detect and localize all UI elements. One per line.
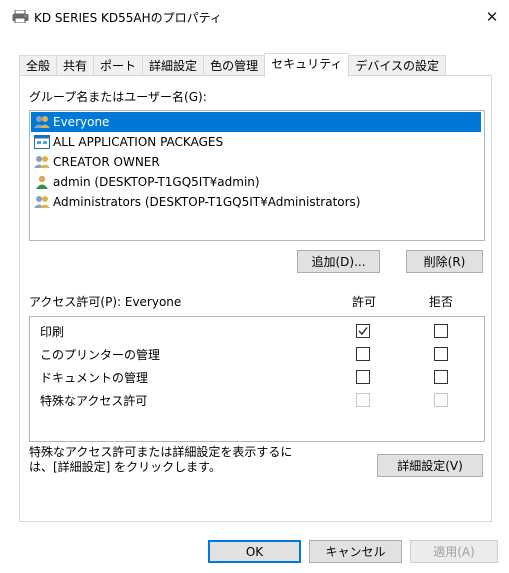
- user-icon: [34, 174, 50, 190]
- permission-name: ドキュメントの管理: [40, 371, 149, 385]
- close-button[interactable]: ✕: [475, 0, 509, 34]
- app-packages-icon: [34, 134, 50, 150]
- groups-label: グループ名またはユーザー名(G):: [29, 90, 207, 104]
- tab-security[interactable]: セキュリティ: [264, 53, 350, 77]
- close-icon: ✕: [485, 8, 499, 26]
- list-item-label: Everyone: [53, 115, 110, 129]
- groups-listbox[interactable]: Everyone ALL APPLICATION PACKAGES CREATO…: [29, 110, 485, 241]
- properties-dialog: KD SERIES KD55AHのプロパティ ✕ 全般 共有 ポート 詳細設定 …: [0, 0, 509, 573]
- group-icon: [34, 114, 50, 130]
- permission-name: 特殊なアクセス許可: [40, 394, 148, 408]
- permission-name: 印刷: [40, 325, 65, 339]
- printer-icon: [12, 9, 29, 24]
- deny-checkbox-print[interactable]: [434, 324, 448, 338]
- permission-row: このプリンターの管理: [30, 345, 484, 363]
- list-item-label: CREATOR OWNER: [53, 155, 160, 169]
- tab-strip: 全般 共有 ポート 詳細設定 色の管理 セキュリティ デバイスの設定: [19, 53, 447, 77]
- list-item-label: Administrators (DESKTOP-T1GQ5IT¥Administ…: [53, 195, 361, 209]
- permissions-table: 印刷 このプリンターの管理 ドキュメントの管理 特殊なアクセス許可: [29, 316, 485, 442]
- allow-checkbox-manage-printer[interactable]: [356, 347, 370, 361]
- security-panel: グループ名またはユーザー名(G): Everyone ALL APPLICATI…: [19, 75, 492, 522]
- group-icon: [34, 194, 50, 210]
- allow-header: 許可: [352, 295, 377, 309]
- remove-button[interactable]: 削除(R): [406, 250, 483, 273]
- permission-name: このプリンターの管理: [40, 348, 161, 362]
- group-icon: [34, 154, 50, 170]
- apply-button[interactable]: 適用(A): [410, 540, 498, 563]
- deny-checkbox-special: [434, 393, 448, 407]
- tab-ports[interactable]: ポート: [93, 55, 144, 77]
- list-item-label: ALL APPLICATION PACKAGES: [53, 135, 224, 149]
- deny-checkbox-manage-documents[interactable]: [434, 370, 448, 384]
- deny-header: 拒否: [429, 295, 454, 309]
- tab-color-management[interactable]: 色の管理: [203, 55, 266, 77]
- list-item[interactable]: Everyone: [31, 112, 481, 132]
- list-item[interactable]: admin (DESKTOP-T1GQ5IT¥admin): [31, 172, 260, 192]
- tab-device-settings[interactable]: デバイスの設定: [348, 55, 447, 77]
- deny-checkbox-manage-printer[interactable]: [434, 347, 448, 361]
- tab-general[interactable]: 全般: [19, 55, 58, 77]
- ok-button[interactable]: OK: [208, 540, 301, 563]
- permission-row: ドキュメントの管理: [30, 368, 484, 386]
- permission-row: 特殊なアクセス許可: [30, 391, 484, 409]
- cancel-button[interactable]: キャンセル: [309, 540, 402, 563]
- allow-checkbox-special: [356, 393, 370, 407]
- list-item[interactable]: ALL APPLICATION PACKAGES: [31, 132, 223, 152]
- advanced-button[interactable]: 詳細設定(V): [377, 454, 483, 477]
- window-title: KD SERIES KD55AHのプロパティ: [34, 11, 222, 25]
- list-item[interactable]: CREATOR OWNER: [31, 152, 160, 172]
- title-bar: KD SERIES KD55AHのプロパティ ✕: [0, 0, 509, 34]
- tab-advanced[interactable]: 詳細設定: [142, 55, 205, 77]
- allow-checkbox-manage-documents[interactable]: [356, 370, 370, 384]
- list-item[interactable]: Administrators (DESKTOP-T1GQ5IT¥Administ…: [31, 192, 361, 212]
- list-item-label: admin (DESKTOP-T1GQ5IT¥admin): [53, 175, 260, 189]
- permissions-label: アクセス許可(P): Everyone: [29, 295, 182, 309]
- allow-checkbox-print[interactable]: [356, 324, 370, 338]
- tab-sharing[interactable]: 共有: [56, 55, 95, 77]
- add-button[interactable]: 追加(D)...: [297, 250, 380, 273]
- permission-row: 印刷: [30, 322, 484, 340]
- advanced-note: 特殊なアクセス許可または詳細設定を表示するには、[詳細設定] をクリックします。: [29, 445, 293, 474]
